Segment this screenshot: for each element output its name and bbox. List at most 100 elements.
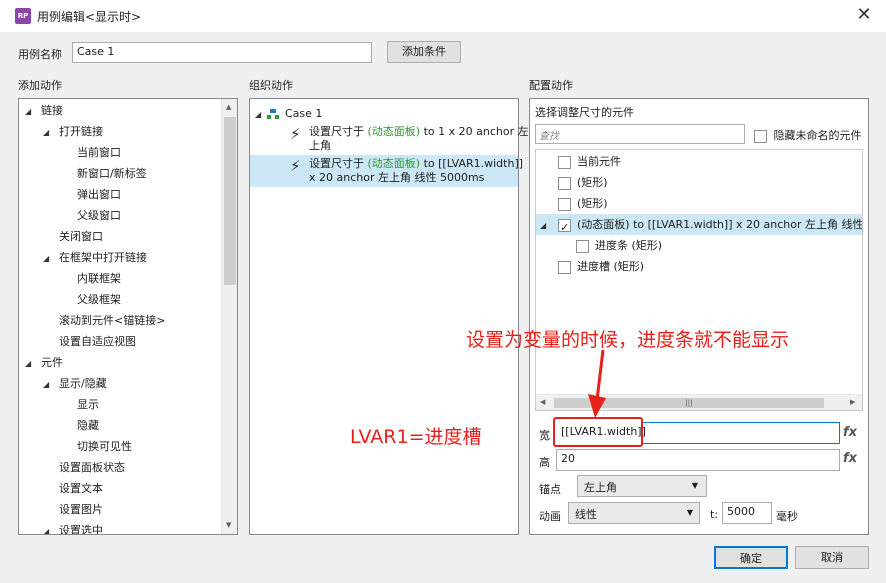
add-action-item[interactable]: 关闭窗口 bbox=[43, 226, 103, 247]
action-item-selected[interactable]: ⚡ 设置尺寸于 (动态面板) to [[LVAR1.width]] x 20 a… bbox=[250, 155, 523, 187]
case-name-input[interactable]: Case 1 bbox=[72, 42, 372, 63]
element-tree-item[interactable]: 进度条 (矩形) bbox=[536, 235, 862, 256]
width-fx-button[interactable]: fx bbox=[843, 425, 857, 440]
action-target: (动态面板) bbox=[367, 157, 421, 170]
width-label: 宽 bbox=[539, 429, 550, 442]
ok-button[interactable]: 确定 bbox=[714, 546, 788, 569]
action-target: (动态面板) bbox=[367, 125, 421, 138]
add-action-item[interactable]: 当前窗口 bbox=[61, 142, 121, 163]
animation-select[interactable]: 线性 ▼ bbox=[568, 502, 700, 524]
scroll-left-icon[interactable]: ◀ bbox=[540, 398, 545, 406]
add-action-item[interactable]: 显示 bbox=[61, 394, 99, 415]
annotation-variable-note: 设置为变量的时候，进度条就不能显示 bbox=[466, 329, 790, 351]
add-action-item[interactable]: 设置图片 bbox=[43, 499, 103, 520]
cancel-button[interactable]: 取消 bbox=[795, 546, 869, 569]
add-action-label: 在框架中打开链接 bbox=[59, 251, 147, 264]
add-action-item[interactable]: ◢ 显示/隐藏 bbox=[43, 373, 107, 394]
element-tree-item[interactable]: (矩形) bbox=[536, 193, 862, 214]
scroll-right-icon[interactable]: ▶ bbox=[850, 398, 855, 406]
lightning-icon: ⚡ bbox=[290, 157, 301, 175]
scroll-thumb[interactable] bbox=[224, 117, 236, 285]
add-action-label: 元件 bbox=[41, 356, 63, 369]
hide-unnamed-checkbox[interactable]: 隐藏未命名的元件 bbox=[754, 127, 862, 143]
expand-icon[interactable]: ◢ bbox=[43, 521, 55, 534]
expand-icon[interactable]: ◢ bbox=[255, 105, 267, 125]
add-action-label: 新窗口/新标签 bbox=[77, 167, 147, 180]
element-search-input[interactable]: 查找 bbox=[535, 124, 745, 144]
add-action-item[interactable]: 设置面板状态 bbox=[43, 457, 125, 478]
width-value-highlight: [[LVAR1.width]] bbox=[553, 417, 646, 447]
chevron-down-icon: ▼ bbox=[686, 508, 693, 517]
add-action-label: 父级窗口 bbox=[77, 209, 121, 222]
add-condition-button[interactable]: 添加条件 bbox=[387, 41, 461, 63]
element-checkbox[interactable] bbox=[558, 260, 571, 274]
add-action-item[interactable]: 父级窗口 bbox=[61, 205, 121, 226]
add-action-item[interactable]: 设置自适应视图 bbox=[43, 331, 136, 352]
scroll-up-icon[interactable]: ▲ bbox=[226, 103, 231, 111]
element-checkbox[interactable] bbox=[558, 197, 571, 211]
case-tree-node[interactable]: ◢ Case 1 bbox=[255, 104, 322, 124]
action-detail-line2: x 20 anchor 左上角 线性 5000ms bbox=[309, 171, 485, 184]
add-action-label: 切换可见性 bbox=[77, 440, 132, 453]
case-node-icon bbox=[267, 109, 279, 119]
action-detail-line2: 上角 bbox=[309, 139, 331, 152]
add-action-label: 弹出窗口 bbox=[77, 188, 121, 201]
add-action-label: 父级框架 bbox=[77, 293, 121, 306]
action-detail: to [[LVAR1.width]] bbox=[423, 157, 524, 170]
ms-label: 毫秒 bbox=[776, 510, 798, 523]
add-action-item[interactable]: 新窗口/新标签 bbox=[61, 163, 147, 184]
add-action-label: 设置文本 bbox=[59, 482, 103, 495]
close-icon[interactable]: ✕ bbox=[852, 4, 876, 28]
add-action-label: 设置图片 bbox=[59, 503, 103, 516]
add-action-item[interactable]: ◢ 在框架中打开链接 bbox=[43, 247, 147, 268]
add-actions-panel: ◢ 链接 ◢ 打开链接当前窗口新窗口/新标签 弹出窗口父级窗口关闭窗口 ◢ 在框架中打开链接… bbox=[18, 98, 238, 535]
element-tree-item[interactable]: ◢ (动态面板) to [[LVAR1.width]] x 20 anchor 左… bbox=[536, 214, 863, 238]
expand-icon[interactable]: ◢ bbox=[540, 215, 552, 236]
add-action-label: 关闭窗口 bbox=[59, 230, 103, 243]
add-action-label: 设置自适应视图 bbox=[59, 335, 136, 348]
height-input[interactable]: 20 bbox=[556, 449, 840, 471]
add-action-item[interactable]: ◢ 打开链接 bbox=[43, 121, 103, 142]
element-checkbox[interactable] bbox=[558, 217, 571, 238]
add-action-item[interactable]: ◢ 链接 bbox=[25, 100, 63, 121]
add-action-item[interactable]: 滚动到元件<锚链接> bbox=[43, 310, 165, 331]
add-action-item[interactable]: 设置文本 bbox=[43, 478, 103, 499]
expand-icon[interactable]: ◢ bbox=[25, 353, 37, 374]
action-item[interactable]: ⚡ 设置尺寸于 (动态面板) to 1 x 20 anchor 左 上角 bbox=[250, 123, 529, 155]
annotation-lvar-note: LVAR1=进度槽 bbox=[350, 426, 482, 448]
add-action-item[interactable]: ◢ 设置选中 bbox=[43, 520, 103, 535]
add-action-item[interactable]: 内联框架 bbox=[61, 268, 121, 289]
element-label: 当前元件 bbox=[577, 155, 621, 168]
element-checkbox[interactable] bbox=[558, 155, 571, 169]
expand-icon[interactable]: ◢ bbox=[43, 122, 55, 143]
add-action-item[interactable]: 切换可见性 bbox=[61, 436, 132, 457]
height-fx-button[interactable]: fx bbox=[843, 451, 857, 466]
action-detail: to 1 x 20 anchor 左 bbox=[423, 125, 529, 138]
element-label: (动态面板) to [[LVAR1.width]] x 20 anchor 左上… bbox=[577, 218, 863, 231]
element-checkbox[interactable] bbox=[576, 239, 589, 253]
element-checkbox[interactable] bbox=[558, 176, 571, 190]
chevron-down-icon: ▼ bbox=[691, 481, 698, 490]
add-action-item[interactable]: 隐藏 bbox=[61, 415, 99, 436]
anchor-select[interactable]: 左上角 ▼ bbox=[577, 475, 707, 497]
element-label: 进度槽 (矩形) bbox=[577, 260, 645, 273]
scroll-down-icon[interactable]: ▼ bbox=[226, 521, 231, 529]
expand-icon[interactable]: ◢ bbox=[43, 374, 55, 395]
add-actions-scrollbar[interactable]: ▲ ▼ bbox=[221, 99, 237, 534]
expand-icon[interactable]: ◢ bbox=[43, 248, 55, 269]
element-tree-item[interactable]: 进度槽 (矩形) bbox=[536, 256, 862, 277]
add-action-label: 当前窗口 bbox=[77, 146, 121, 159]
animation-label: 动画 bbox=[539, 510, 561, 523]
expand-icon[interactable]: ◢ bbox=[25, 101, 37, 122]
height-label: 高 bbox=[539, 456, 550, 469]
app-icon: RP bbox=[15, 8, 31, 24]
add-action-label: 设置选中 bbox=[59, 524, 103, 535]
hide-unnamed-box[interactable] bbox=[754, 129, 767, 143]
add-action-item[interactable]: 父级框架 bbox=[61, 289, 121, 310]
add-action-label: 显示 bbox=[77, 398, 99, 411]
element-tree-item[interactable]: 当前元件 bbox=[536, 151, 862, 172]
add-action-item[interactable]: ◢ 元件 bbox=[25, 352, 63, 373]
element-tree-item[interactable]: (矩形) bbox=[536, 172, 862, 193]
add-action-item[interactable]: 弹出窗口 bbox=[61, 184, 121, 205]
duration-input[interactable]: 5000 bbox=[722, 502, 772, 524]
